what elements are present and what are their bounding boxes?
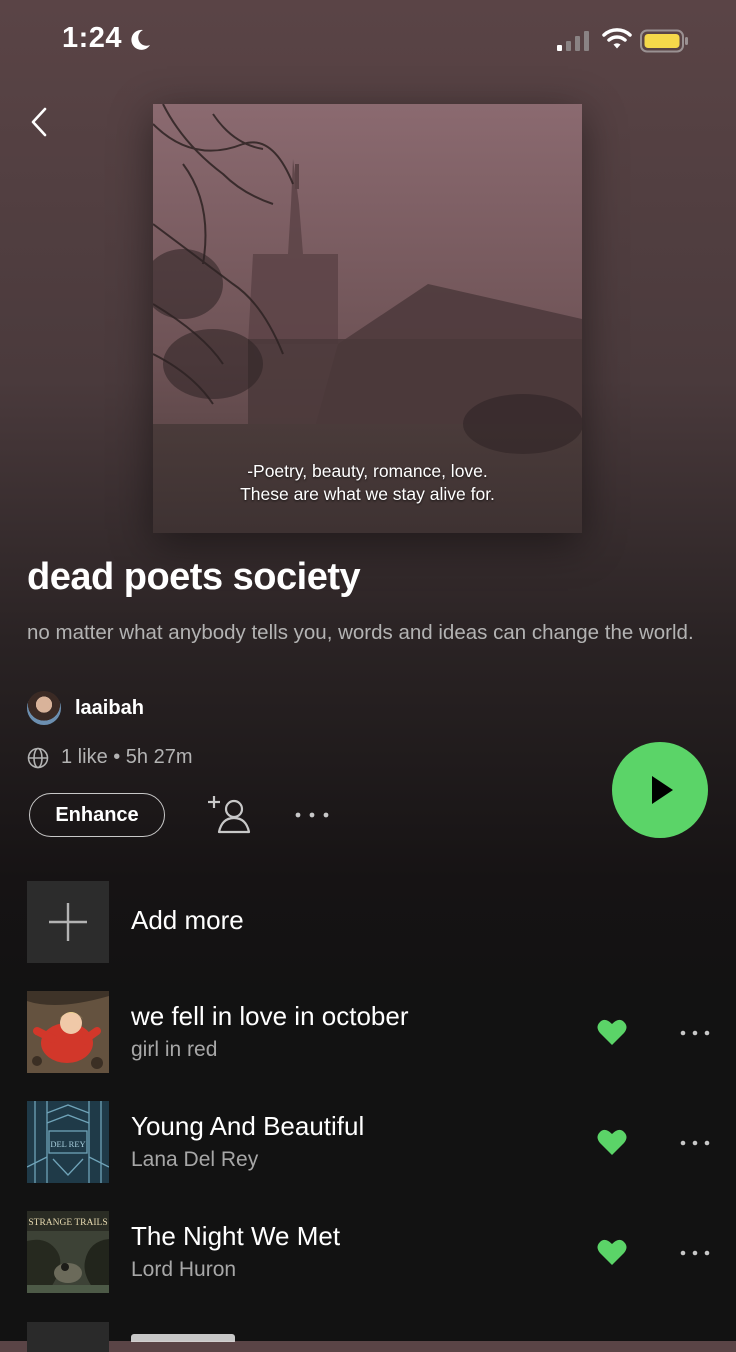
- song-row[interactable]: DEL REY Young And Beautiful Lana Del Rey: [0, 1101, 736, 1185]
- add-user-icon[interactable]: [206, 794, 254, 836]
- globe-icon: [27, 747, 49, 768]
- song-title: The Night We Met: [131, 1221, 341, 1251]
- back-chevron-icon[interactable]: [26, 104, 56, 140]
- owner-name[interactable]: laaibah: [75, 697, 144, 720]
- add-more-label[interactable]: Add more: [131, 905, 244, 936]
- thumb-text-lana: DEL REY: [50, 1139, 85, 1149]
- song-artist: Lord Huron: [131, 1258, 237, 1281]
- playlist-owner[interactable]: laaibah: [27, 691, 144, 725]
- playlist-cover: -Poetry, beauty, romance, love. These ar…: [153, 104, 582, 533]
- playlist-description: no matter what anybody tells you, words …: [27, 621, 694, 644]
- avatar[interactable]: [27, 691, 61, 725]
- more-icon[interactable]: [294, 808, 330, 822]
- playlist-stats: 1 like • 5h 27m: [61, 746, 193, 768]
- signal-icon: [557, 31, 589, 51]
- playlist-title: dead poets society: [27, 556, 361, 598]
- song-title: we fell in love in october: [131, 1001, 409, 1031]
- heart-icon[interactable]: [597, 1238, 627, 1266]
- add-more-tile[interactable]: [27, 881, 109, 963]
- album-art: STRANGE TRAILS: [27, 1211, 109, 1293]
- cover-caption-line2: These are what we stay alive for.: [240, 484, 495, 504]
- battery-icon: [640, 29, 688, 53]
- cover-caption-line1: -Poetry, beauty, romance, love.: [247, 461, 488, 481]
- moon-icon: [131, 29, 150, 50]
- status-time: 1:24: [62, 22, 123, 54]
- album-art: DEL REY: [27, 1101, 109, 1183]
- more-icon[interactable]: [680, 1248, 710, 1258]
- play-icon: [652, 776, 673, 804]
- enhance-button[interactable]: Enhance: [29, 793, 165, 837]
- plus-icon: [49, 903, 87, 941]
- heart-icon[interactable]: [597, 1128, 627, 1156]
- more-icon[interactable]: [680, 1028, 710, 1038]
- song-artist: girl in red: [131, 1038, 218, 1061]
- more-icon[interactable]: [680, 1138, 710, 1148]
- wifi-icon: [602, 28, 632, 49]
- album-art: [27, 991, 109, 1073]
- play-button[interactable]: [612, 742, 708, 838]
- song-row[interactable]: STRANGE TRAILS The Night We Met Lord Hur…: [0, 1211, 736, 1295]
- song-row[interactable]: we fell in love in october girl in red: [0, 991, 736, 1075]
- song-artist: Lana Del Rey: [131, 1148, 259, 1171]
- heart-icon[interactable]: [597, 1018, 627, 1046]
- album-art-partial: [27, 1322, 109, 1352]
- song-title-partial: [131, 1334, 235, 1342]
- playlist-meta: 1 like • 5h 27m: [27, 746, 193, 769]
- cover-caption: -Poetry, beauty, romance, love. These ar…: [153, 460, 582, 506]
- thumb-text-huron: STRANGE TRAILS: [28, 1218, 107, 1228]
- song-title: Young And Beautiful: [131, 1111, 365, 1141]
